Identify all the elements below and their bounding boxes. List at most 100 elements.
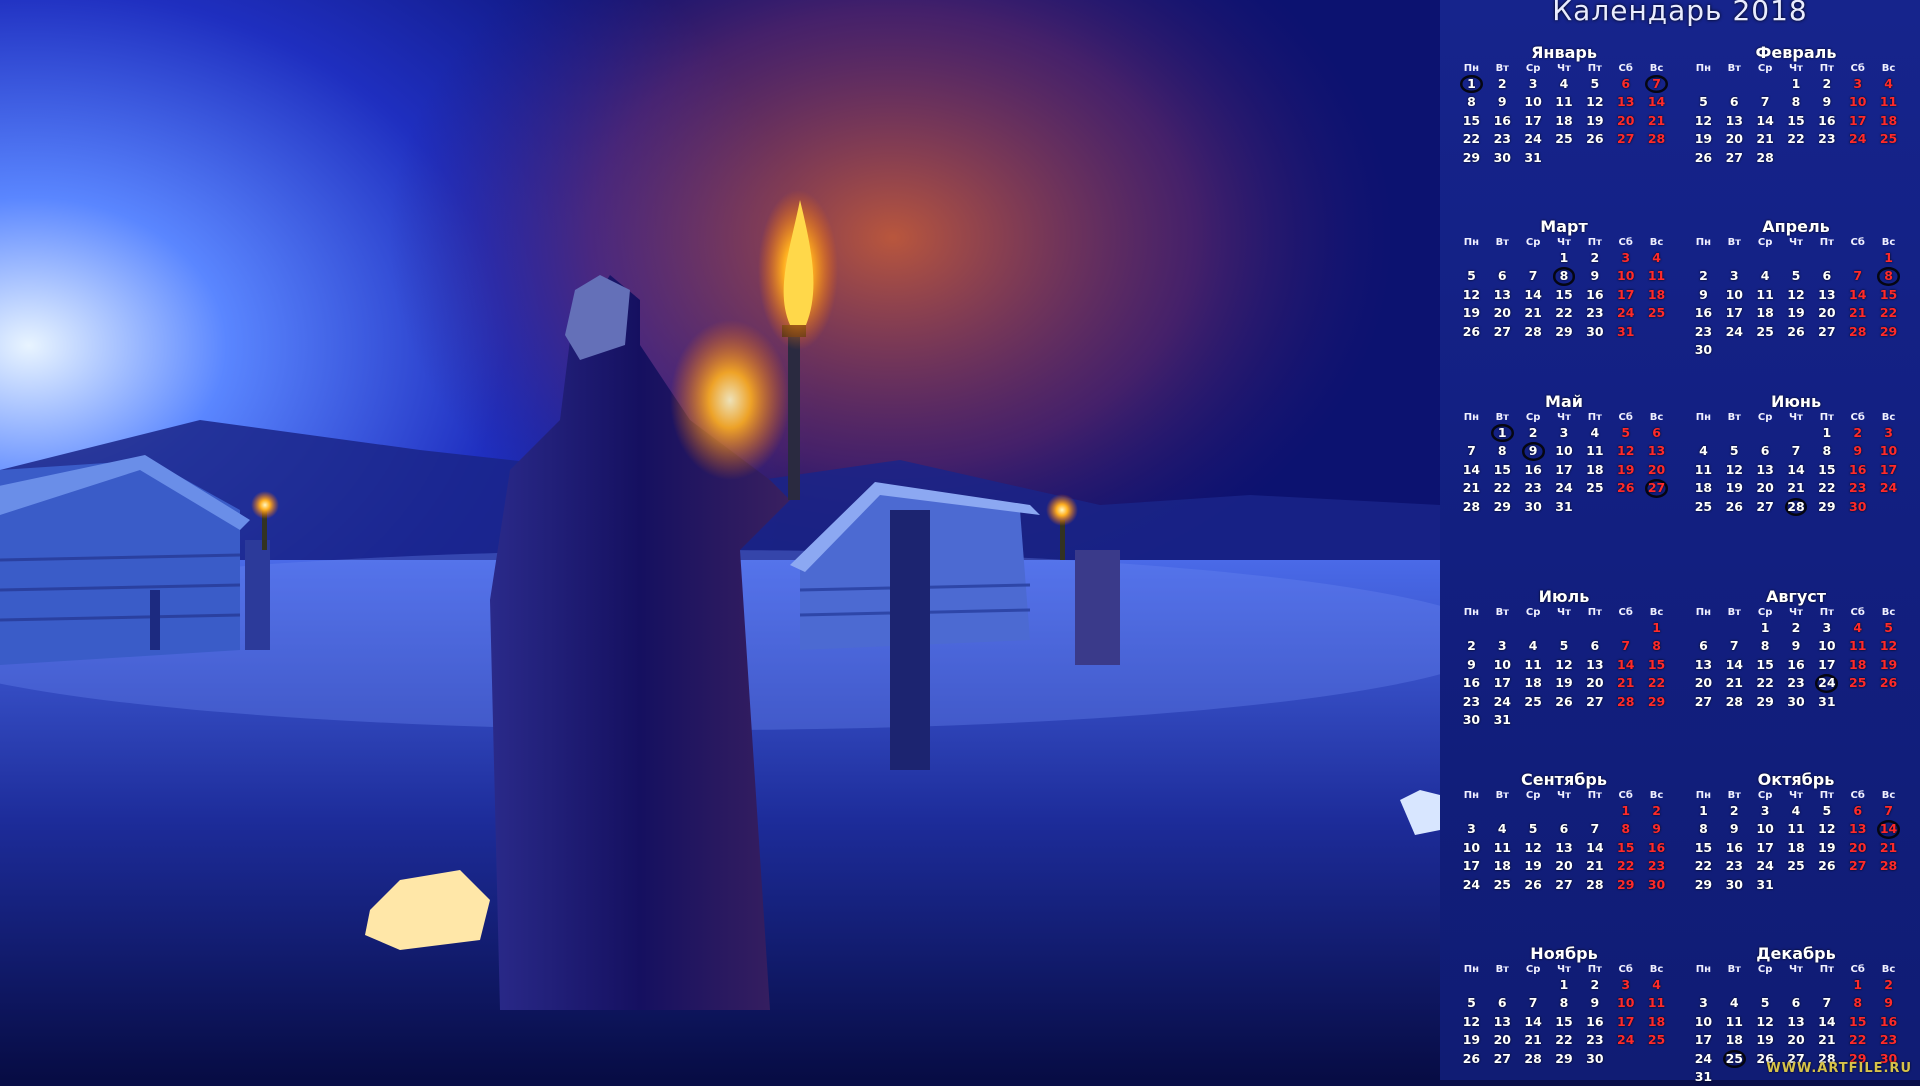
day-cell: 2	[1528, 425, 1538, 440]
day-cell: 21	[1756, 131, 1774, 147]
day-cell: 3	[1884, 425, 1893, 440]
weekday-label: Чт	[1789, 607, 1803, 618]
weekday-label: Пн	[1695, 607, 1712, 618]
day-cell	[1719, 976, 1750, 994]
weekday-label: Вс	[1881, 63, 1896, 74]
day-cell: 12	[1617, 443, 1635, 459]
weekday-label: Вс	[1649, 412, 1664, 423]
day-cell: 7	[1528, 995, 1538, 1011]
day-cell: 5	[1559, 638, 1569, 654]
weekday-label: Сб	[1618, 790, 1633, 801]
day-cell: 3	[1760, 803, 1770, 818]
day-cell: 28	[1586, 876, 1604, 892]
day-cell: 18	[1849, 656, 1867, 672]
week-row: 1	[1456, 619, 1672, 637]
day-cell	[1719, 75, 1750, 93]
weekday-label: Пт	[1819, 63, 1834, 74]
day-cell: 1	[1791, 76, 1801, 91]
day-cell: 12	[1586, 94, 1604, 110]
weekday-label: Ср	[1525, 607, 1541, 618]
day-cell: 16	[1586, 286, 1604, 302]
weekday-label: Чт	[1557, 964, 1571, 975]
day-cell: 6	[1760, 443, 1770, 459]
day-cell: 28	[1617, 693, 1635, 709]
day-cell: 8	[1553, 267, 1576, 285]
day-cell: 15	[1555, 1013, 1573, 1029]
day-cell: 2	[1822, 76, 1832, 91]
day-cell: 11	[1787, 821, 1805, 837]
day-cell: 12	[1694, 112, 1713, 128]
day-cell: 29	[1617, 876, 1635, 892]
day-cell: 14	[1586, 839, 1604, 855]
day-cell: 1	[1559, 977, 1569, 992]
day-cell	[1719, 341, 1750, 359]
day-cell: 25	[1524, 693, 1542, 709]
day-cell: 21	[1647, 112, 1666, 128]
week-row: 5 6 7 8 9 10 11	[1688, 93, 1904, 111]
day-cell	[1781, 424, 1812, 442]
week-row: 19 20 21 22 23 24 25	[1456, 304, 1672, 322]
weekday-header: Пн Вт Ср Чт Пт Сб Вс	[1688, 963, 1904, 976]
day-cell: 8	[1791, 94, 1801, 110]
day-cell	[1610, 711, 1641, 729]
day-cell: 30	[1493, 149, 1511, 165]
day-cell	[1487, 249, 1518, 267]
day-cell: 1	[1822, 425, 1832, 440]
day-cell: 25	[1647, 1032, 1666, 1048]
day-cell: 14	[1647, 94, 1666, 110]
day-cell: 5	[1791, 268, 1801, 284]
day-cell: 24	[1694, 1050, 1713, 1066]
week-row: 1 2 3 4 5	[1688, 619, 1904, 637]
day-cell: 13	[1818, 286, 1836, 302]
day-cell: 9	[1590, 995, 1600, 1011]
week-row: 10 11 12 13 14 15 16	[1456, 839, 1672, 857]
day-cell: 27	[1493, 323, 1511, 339]
day-cell: 3	[1621, 977, 1631, 992]
weekday-header: Пн Вт Ср Чт Пт Сб Вс	[1688, 62, 1904, 75]
day-cell: 9	[1699, 286, 1708, 302]
week-row: 17 18 19 20 21 22 23	[1688, 1031, 1904, 1049]
week-row: 30 31	[1456, 711, 1672, 729]
day-cell: 30	[1694, 341, 1713, 357]
day-cell	[1610, 498, 1641, 516]
day-cell: 28	[1462, 498, 1481, 514]
month-name: Март	[1540, 217, 1588, 236]
day-cell: 21	[1787, 480, 1805, 496]
day-cell: 12	[1787, 286, 1805, 302]
weekday-label: Пн	[1695, 790, 1712, 801]
week-row: 12 13 14 15 16 17 18	[1688, 112, 1904, 130]
day-cell: 2	[1791, 620, 1801, 635]
day-cell: 25	[1586, 480, 1604, 496]
day-cell: 5	[1884, 620, 1893, 635]
week-row: 1	[1688, 249, 1904, 267]
day-cell: 28	[1725, 693, 1743, 709]
day-cell: 9	[1791, 638, 1801, 654]
week-row: 2 3 4 5 6 78	[1688, 267, 1904, 285]
week-row: 14 15 16 17 18 19 20	[1456, 461, 1672, 479]
weekday-label: Ср	[1525, 63, 1541, 74]
day-cell: 10	[1555, 443, 1573, 459]
day-cell: 31	[1524, 149, 1542, 165]
weekday-label: Пн	[1695, 237, 1712, 248]
day-cell: 16	[1462, 675, 1481, 691]
day-cell: 21	[1879, 839, 1898, 855]
day-cell: 18	[1756, 305, 1774, 321]
day-cell: 22	[1647, 675, 1666, 691]
day-cell: 18	[1725, 1032, 1743, 1048]
day-cell: 4	[1884, 76, 1893, 91]
weekday-header: Пн Вт Ср Чт Пт Сб Вс	[1688, 236, 1904, 249]
day-cell: 28	[1524, 1050, 1542, 1066]
day-cell: 13	[1787, 1013, 1805, 1029]
day-cell: 10	[1462, 839, 1481, 855]
week-row: 6 7 8 9 10 11 12	[1688, 637, 1904, 655]
day-cell: 24	[1617, 305, 1635, 321]
day-cell: 22	[1694, 858, 1713, 874]
day-cell: 4	[1760, 268, 1770, 284]
day-cell: 6	[1853, 803, 1863, 818]
week-row: 8 9 10 11 12 13 14	[1456, 93, 1672, 111]
day-cell: 25	[1555, 131, 1573, 147]
weekday-label: Пт	[1587, 412, 1602, 423]
day-cell: 21	[1524, 1032, 1542, 1048]
weekday-label: Чт	[1557, 63, 1571, 74]
day-cell: 23	[1586, 1032, 1604, 1048]
